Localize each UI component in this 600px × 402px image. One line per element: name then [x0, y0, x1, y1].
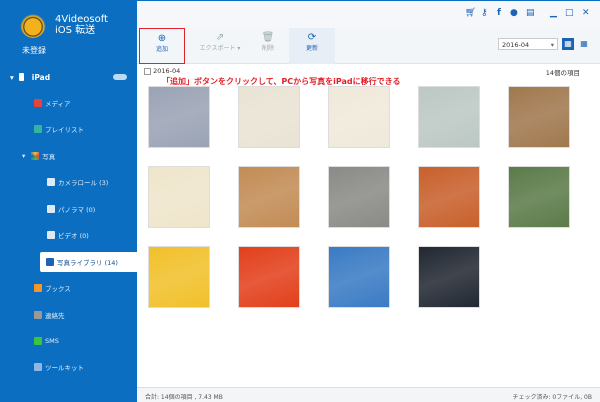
chevron-down-icon: ▾	[550, 41, 554, 49]
photo-thumbnail[interactable]	[148, 86, 210, 148]
photo-thumbnail[interactable]	[148, 166, 210, 228]
plus-circle-icon: ⊕	[157, 33, 167, 44]
photos-icon	[31, 152, 40, 160]
add-button[interactable]: ⊕ 追加	[139, 28, 185, 64]
title-bar: 🛒︎ ⚷ f ● ▤ ▁ □ ✕	[137, 0, 600, 28]
expand-arrow-icon[interactable]: ▾	[22, 152, 25, 160]
sidebar-item-panorama[interactable]: パノラマ (0)	[0, 202, 137, 216]
ipad-icon	[18, 73, 24, 81]
photo-thumbnail[interactable]	[328, 246, 390, 308]
unregistered-label[interactable]: 未登録	[22, 45, 46, 56]
photo-thumbnail[interactable]	[418, 166, 480, 228]
sidebar-item-photo-library[interactable]: 写真ライブラリ (14)	[40, 252, 137, 272]
sidebar-item-photos[interactable]: ▾ 写真	[0, 149, 137, 163]
playlist-icon	[34, 125, 42, 133]
cart-icon[interactable]: 🛒︎	[465, 8, 476, 18]
folder-icon	[47, 178, 55, 186]
sms-icon	[34, 337, 42, 345]
device-badge[interactable]	[113, 74, 127, 80]
bee-logo-icon	[20, 10, 46, 38]
group-header: 2016-04 14個の項目	[144, 67, 580, 77]
folder-icon	[47, 205, 55, 213]
folder-icon	[46, 258, 54, 266]
sidebar-item-contacts[interactable]: 連絡先	[0, 308, 137, 322]
expand-arrow-icon[interactable]: ▾	[10, 73, 14, 82]
trash-icon: 🗑︎	[261, 32, 275, 43]
toolkit-icon	[34, 363, 42, 371]
export-button[interactable]: ⇗ エクスポート ▾	[192, 28, 248, 64]
sidebar: 4Videosoft iOS 転送 未登録 ▾ iPad メディア プレイリスト …	[0, 0, 137, 402]
photo-thumbnail[interactable]	[328, 86, 390, 148]
app-title: 4Videosoft iOS 転送	[55, 14, 108, 36]
close-icon[interactable]: ✕	[582, 8, 590, 18]
minimize-icon[interactable]: ▁	[550, 8, 557, 18]
photo-thumbnail[interactable]	[508, 86, 570, 148]
sidebar-item-toolkit[interactable]: ツールキット	[0, 360, 137, 374]
photo-thumbnail[interactable]	[508, 166, 570, 228]
photo-thumbnail[interactable]	[238, 166, 300, 228]
photo-thumbnail[interactable]	[148, 246, 210, 308]
sidebar-item-sms[interactable]: SMS	[0, 334, 137, 348]
contacts-icon	[34, 311, 42, 319]
group-checkbox[interactable]	[144, 67, 151, 75]
key-icon[interactable]: ⚷	[481, 8, 488, 18]
photo-thumbnail[interactable]	[238, 86, 300, 148]
date-filter-select[interactable]: 2016-04 ▾	[498, 38, 558, 50]
folder-icon	[47, 231, 55, 239]
large-grid-view-icon[interactable]: ▦	[562, 38, 574, 50]
maximize-icon[interactable]: □	[565, 8, 574, 18]
photo-thumbnail[interactable]	[328, 166, 390, 228]
sidebar-item-camera-roll[interactable]: カメラロール (3)	[0, 175, 137, 189]
status-bar: 合計: 14個の項目 , 7.43 MB チェック済み: 0ファイル, 0B	[137, 387, 600, 402]
facebook-icon[interactable]: f	[497, 8, 501, 18]
music-icon	[34, 99, 42, 107]
refresh-button[interactable]: ⟳ 更新	[289, 28, 335, 64]
export-icon: ⇗	[215, 32, 225, 43]
refresh-icon: ⟳	[307, 32, 317, 43]
feedback-icon[interactable]: ▤	[526, 8, 535, 18]
device-ipad[interactable]: ▾ iPad	[0, 70, 137, 84]
photo-thumbnail[interactable]	[238, 246, 300, 308]
photo-thumbnail[interactable]	[418, 86, 480, 148]
photo-thumbnail[interactable]	[418, 246, 480, 308]
delete-button[interactable]: 🗑︎ 削除	[245, 28, 291, 64]
sidebar-item-video[interactable]: ビデオ (0)	[0, 228, 137, 242]
small-grid-view-icon[interactable]: ▦	[578, 38, 590, 50]
sidebar-item-media[interactable]: メディア	[0, 96, 137, 110]
sidebar-item-playlist[interactable]: プレイリスト	[0, 122, 137, 136]
chat-icon[interactable]: ●	[510, 8, 518, 18]
sidebar-item-books[interactable]: ブックス	[0, 281, 137, 295]
books-icon	[34, 284, 42, 292]
